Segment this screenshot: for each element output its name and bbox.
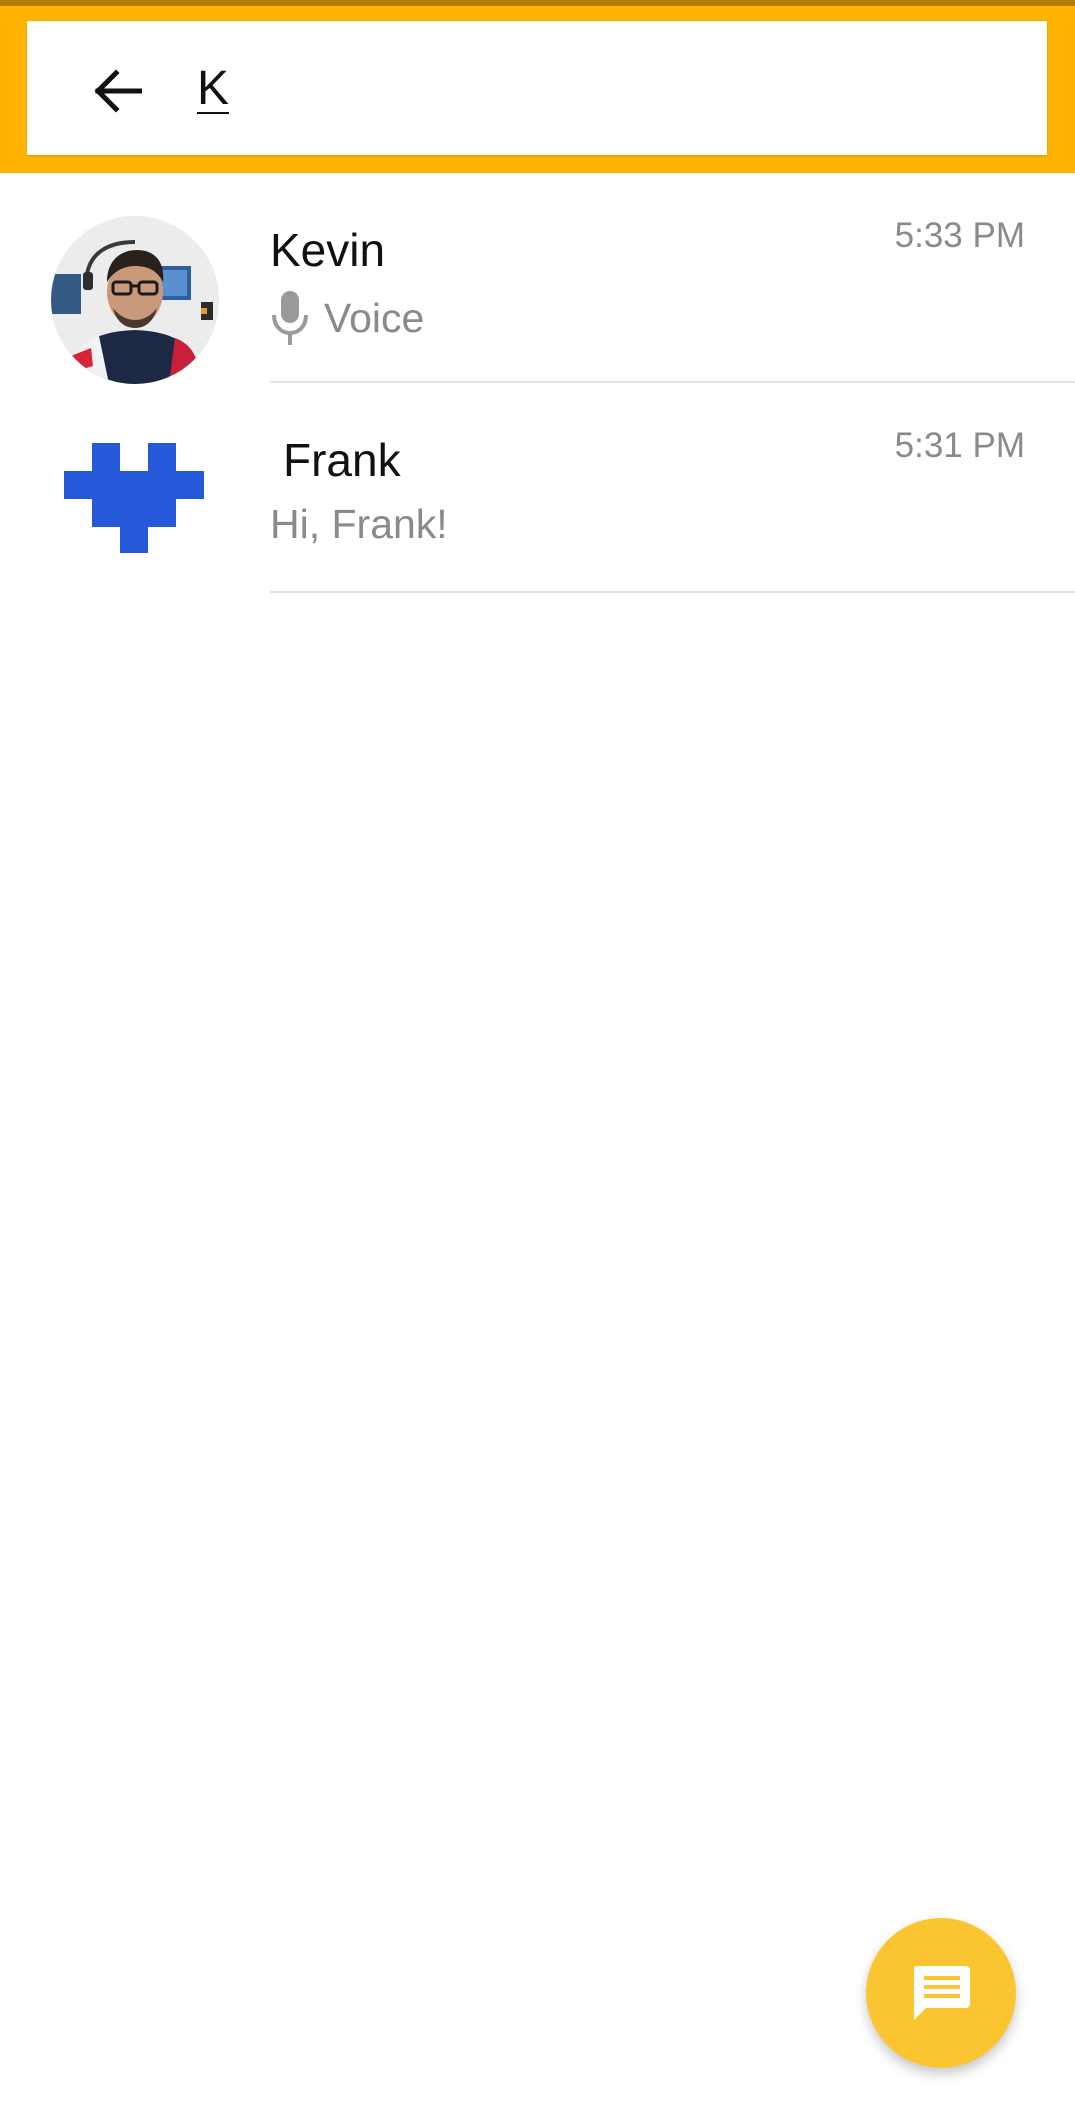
blue-heart-icon bbox=[64, 443, 204, 553]
conversation-list: Kevin 5:33 PM Voice Frank 5:31 PM Hi, Fr… bbox=[0, 173, 1075, 593]
message-icon bbox=[914, 1966, 970, 2020]
message-snippet-text: Hi, Frank! bbox=[270, 501, 448, 547]
search-box bbox=[27, 21, 1047, 155]
avatar-photo bbox=[51, 216, 219, 384]
search-toolbar bbox=[0, 6, 1075, 173]
contact-name: Kevin bbox=[270, 224, 386, 276]
search-input[interactable] bbox=[197, 51, 1017, 125]
conversation-row-frank[interactable]: Frank 5:31 PM Hi, Frank! bbox=[0, 383, 1075, 593]
message-snippet: Voice bbox=[270, 291, 424, 345]
arrow-left-icon bbox=[94, 69, 142, 113]
conversation-row-kevin[interactable]: Kevin 5:33 PM Voice bbox=[0, 173, 1075, 384]
message-snippet: Hi, Frank! bbox=[270, 501, 448, 548]
row-divider bbox=[270, 591, 1075, 593]
message-time: 5:31 PM bbox=[894, 426, 1025, 465]
back-button[interactable] bbox=[82, 56, 152, 126]
mic-icon bbox=[272, 291, 308, 345]
message-time: 5:33 PM bbox=[894, 216, 1025, 255]
new-message-button[interactable] bbox=[866, 1918, 1016, 2068]
message-snippet-text: Voice bbox=[324, 294, 425, 341]
contact-name: Frank bbox=[283, 434, 401, 486]
avatar bbox=[51, 216, 219, 384]
